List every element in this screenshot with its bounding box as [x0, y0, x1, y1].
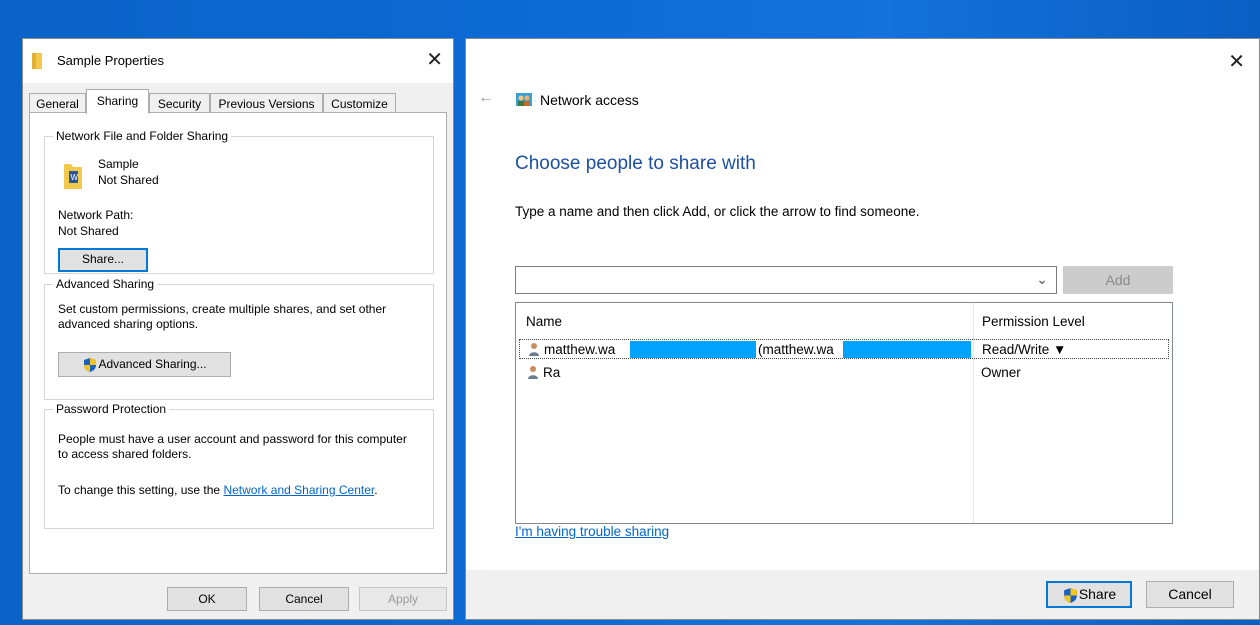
network-sharing-group: Network File and Folder Sharing W Sample…	[44, 129, 434, 274]
add-button[interactable]: Add	[1063, 266, 1173, 294]
network-users-icon	[516, 93, 532, 106]
advanced-sharing-button-label: Advanced Sharing...	[98, 357, 207, 371]
network-path-value: Not Shared	[58, 224, 119, 238]
password-protection-group-title: Password Protection	[53, 402, 170, 416]
sharing-panel: Network File and Folder Sharing W Sample…	[29, 112, 447, 574]
change-setting-suffix: .	[374, 483, 378, 497]
folder-icon	[32, 53, 42, 69]
user-name: Ra	[543, 365, 561, 380]
trouble-sharing-link[interactable]: I'm having trouble sharing	[515, 524, 669, 539]
list-item[interactable]: matthew.wa (matthew.wa Read/Write ▼	[519, 339, 1169, 359]
dialog-footer	[466, 570, 1259, 619]
network-path-label: Network Path:	[58, 208, 134, 222]
advanced-sharing-group-title: Advanced Sharing	[53, 277, 158, 291]
apply-button[interactable]: Apply	[359, 587, 447, 611]
instruction-text: Type a name and then click Add, or click…	[515, 204, 920, 219]
user-icon	[528, 366, 538, 379]
tab-sharing[interactable]: Sharing	[86, 89, 149, 114]
tab-security[interactable]: Security	[149, 93, 210, 113]
shield-icon	[1063, 587, 1077, 603]
document-folder-icon: W	[64, 164, 82, 189]
page-heading: Choose people to share with	[515, 153, 756, 174]
share-confirm-label: Share	[1078, 586, 1117, 602]
tab-general[interactable]: General	[29, 93, 86, 113]
cancel-button[interactable]: Cancel	[1146, 581, 1234, 608]
item-status: Not Shared	[98, 173, 159, 187]
tab-previous-versions[interactable]: Previous Versions	[210, 93, 323, 113]
advanced-sharing-description: Set custom permissions, create multiple …	[58, 302, 387, 331]
advanced-sharing-button[interactable]: Advanced Sharing...	[58, 352, 231, 377]
svg-text:W: W	[71, 173, 79, 182]
cancel-button[interactable]: Cancel	[259, 587, 349, 611]
properties-dialog: Sample Properties ✕ General Sharing Secu…	[22, 38, 454, 620]
network-sharing-center-link[interactable]: Network and Sharing Center	[223, 483, 374, 497]
column-header-permission[interactable]: Permission Level	[982, 314, 1085, 329]
list-item[interactable]: Ra Owner	[519, 363, 1169, 383]
column-divider	[973, 303, 974, 523]
change-setting-text: To change this setting, use the Network …	[58, 483, 378, 498]
tab-customize[interactable]: Customize	[323, 93, 396, 113]
properties-titlebar: Sample Properties ✕	[23, 39, 453, 83]
properties-title: Sample Properties	[57, 53, 164, 68]
ok-button[interactable]: OK	[167, 587, 247, 611]
user-icon	[529, 343, 539, 356]
back-arrow-icon[interactable]: ←	[478, 89, 494, 107]
network-sharing-group-title: Network File and Folder Sharing	[53, 129, 232, 143]
advanced-sharing-group: Advanced Sharing Set custom permissions,…	[44, 277, 434, 400]
network-access-dialog: ✕ ← Network access Choose people to shar…	[465, 38, 1260, 620]
network-access-title: Network access	[540, 92, 639, 108]
user-name-part2: (matthew.wa	[758, 342, 834, 357]
redacted-block	[843, 341, 971, 358]
permission-level: Owner	[981, 365, 1021, 380]
people-list: Name Permission Level matthew.wa (matthe…	[515, 302, 1173, 524]
share-button[interactable]: Share...	[58, 248, 148, 272]
name-input-combo[interactable]: ⌄	[515, 266, 1057, 294]
close-icon[interactable]: ✕	[1228, 49, 1245, 74]
item-name: Sample	[98, 157, 139, 171]
shield-icon	[84, 357, 97, 372]
share-confirm-button[interactable]: Share	[1046, 581, 1132, 608]
password-protection-description: People must have a user account and pass…	[58, 432, 407, 461]
column-header-name[interactable]: Name	[526, 314, 562, 329]
password-protection-group: Password Protection People must have a u…	[44, 402, 434, 529]
redacted-block	[630, 341, 756, 358]
user-name-part1: matthew.wa	[544, 342, 616, 357]
change-setting-prefix: To change this setting, use the	[58, 483, 224, 497]
permission-dropdown[interactable]: Read/Write ▼	[982, 342, 1066, 357]
chevron-down-icon[interactable]: ⌄	[1036, 271, 1048, 288]
close-icon[interactable]: ✕	[426, 47, 443, 72]
